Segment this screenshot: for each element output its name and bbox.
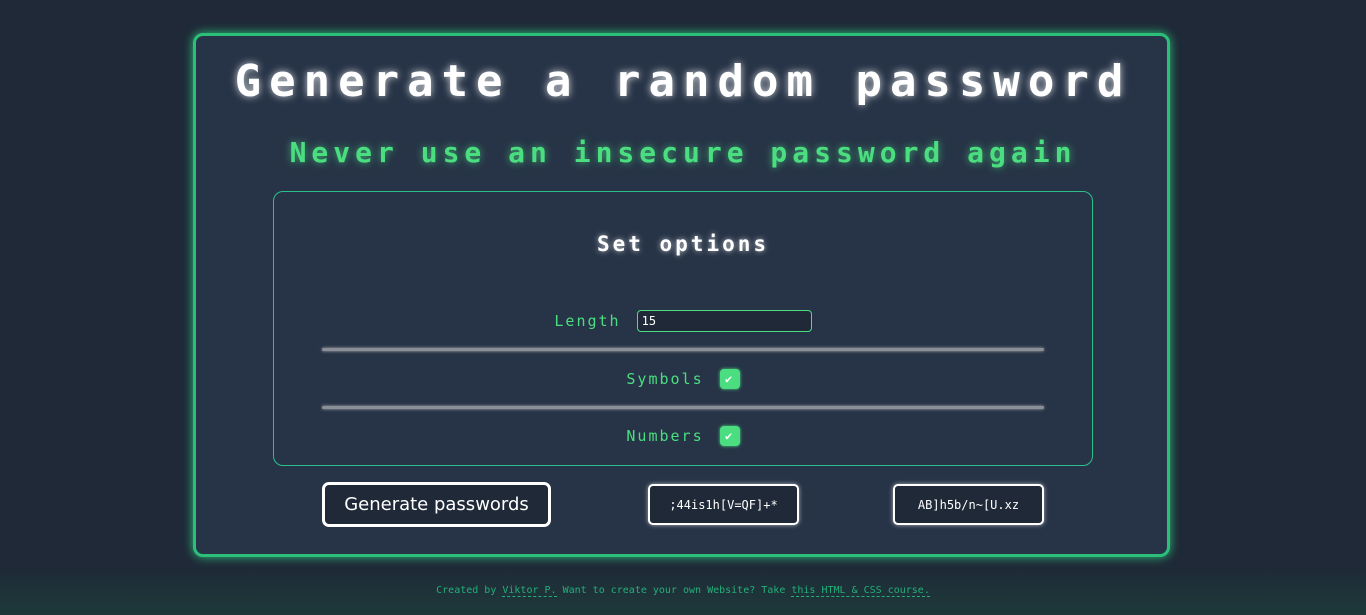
generate-passwords-button[interactable]: Generate passwords bbox=[322, 482, 551, 527]
symbols-label: Symbols bbox=[626, 370, 704, 388]
numbers-label: Numbers bbox=[626, 427, 704, 445]
check-icon: ✔ bbox=[724, 429, 735, 443]
course-link[interactable]: this HTML & CSS course. bbox=[791, 585, 930, 597]
numbers-row: Numbers ✔ bbox=[274, 426, 1092, 446]
password-output-1[interactable]: ;44is1h[V=QF]+* bbox=[648, 484, 799, 525]
footer-text: Created by bbox=[436, 585, 503, 596]
length-input[interactable] bbox=[636, 310, 812, 332]
options-panel: Set options Length Symbols ✔ Numbers ✔ bbox=[273, 191, 1093, 466]
numbers-checkbox[interactable]: ✔ bbox=[719, 426, 740, 446]
options-heading: Set options bbox=[596, 232, 770, 256]
divider bbox=[322, 348, 1044, 351]
length-label: Length bbox=[554, 312, 621, 330]
length-row: Length bbox=[274, 310, 1092, 332]
divider bbox=[322, 406, 1044, 409]
symbols-row: Symbols ✔ bbox=[274, 369, 1092, 389]
page-title: Generate a random password bbox=[234, 56, 1132, 107]
footer-text: Want to create your own Website? Take bbox=[556, 585, 792, 596]
check-icon: ✔ bbox=[724, 372, 735, 386]
page-subtitle: Never use an insecure password again bbox=[289, 136, 1077, 169]
password-output-2[interactable]: AB]h5b/n~[U.xz bbox=[893, 484, 1044, 525]
symbols-checkbox[interactable]: ✔ bbox=[719, 369, 740, 389]
footer: Created by Viktor P. Want to create your… bbox=[0, 585, 1366, 597]
author-link[interactable]: Viktor P. bbox=[502, 585, 557, 597]
